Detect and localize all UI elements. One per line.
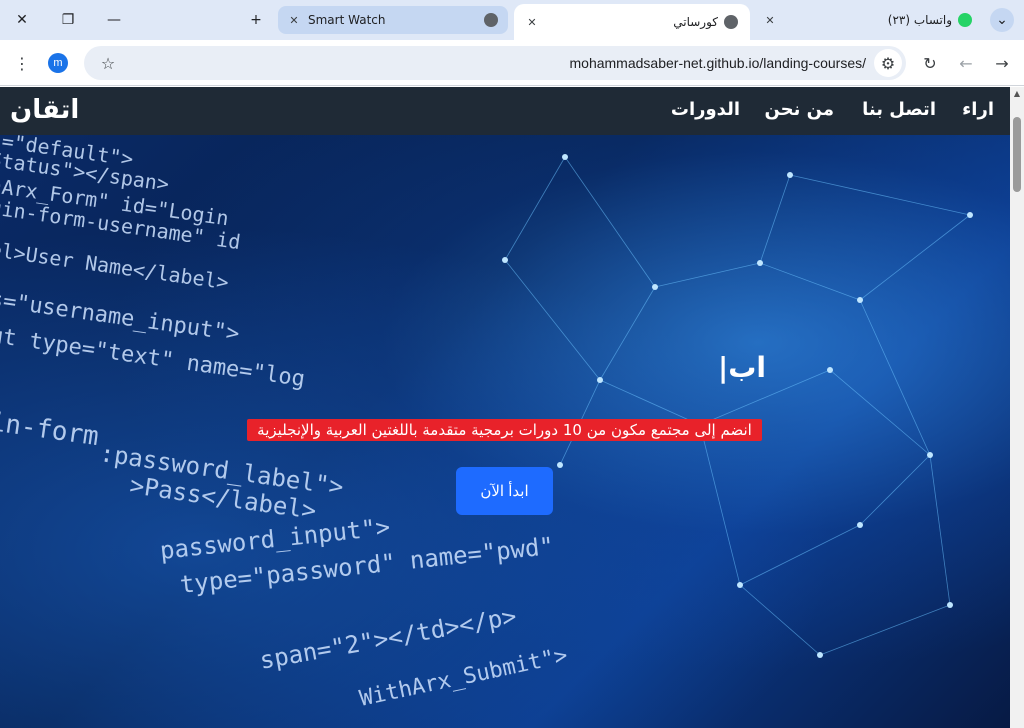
back-icon[interactable]: ← [952, 49, 980, 77]
tab-whatsapp[interactable]: ✕ واتساب (٢٣) [756, 6, 982, 34]
github-icon [484, 13, 498, 27]
whatsapp-icon [958, 13, 972, 27]
tab-courses[interactable]: ✕ كورساتي [514, 4, 750, 40]
profile-avatar[interactable]: m [48, 53, 68, 73]
hero-title: اب| [718, 351, 766, 384]
tab-search-chevron-icon[interactable]: ⌄ [990, 8, 1014, 32]
tab-title: واتساب (٢٣) [887, 13, 952, 27]
close-tab-icon[interactable]: ✕ [762, 12, 778, 28]
site-navbar: اراء اتصل بنا من نحن الدورات اتقان [0, 87, 1010, 135]
hero-subtitle: انضم إلى مجتمع مكون من 10 دورات برمجية م… [247, 419, 762, 441]
nav-link-courses[interactable]: الدورات [671, 99, 740, 120]
nav-link-contact[interactable]: اتصل بنا [862, 99, 936, 120]
site-settings-icon[interactable]: ⚙ [874, 49, 902, 77]
site-brand[interactable]: اتقان [10, 95, 79, 125]
omnibox[interactable]: ☆ mohammadsaber-net.github.io/landing-co… [84, 46, 906, 80]
forward-icon[interactable]: → [988, 49, 1016, 77]
tab-smart-watch[interactable]: ✕ Smart Watch [278, 6, 508, 34]
url-text[interactable]: mohammadsaber-net.github.io/landing-cour… [570, 55, 867, 71]
menu-kebab-icon[interactable]: ⋮ [8, 49, 36, 77]
scroll-thumb[interactable] [1013, 117, 1021, 192]
new-tab-icon[interactable]: + [244, 8, 268, 32]
minimize-window-icon[interactable]: — [102, 8, 126, 32]
tab-title: كورساتي [673, 15, 718, 29]
page-scrollbar[interactable]: ▲ [1010, 87, 1024, 728]
scroll-up-icon[interactable]: ▲ [1012, 89, 1022, 99]
restore-window-icon[interactable]: ❐ [56, 8, 80, 32]
tab-title: Smart Watch [308, 13, 386, 27]
bookmark-star-icon[interactable]: ☆ [94, 49, 122, 77]
globe-icon [724, 15, 738, 29]
close-window-icon[interactable]: ✕ [10, 8, 34, 32]
tab-strip: ✕ ❐ — + ✕ Smart Watch ✕ كورساتي ✕ واتساب… [0, 0, 1024, 40]
toolbar: ⋮ ☆ mohammadsaber-net.github.io/landing-… [0, 40, 1024, 86]
close-tab-icon[interactable]: ✕ [286, 12, 302, 28]
web-page: s="default"> Status"></span> nArx_Form" … [0, 87, 1010, 728]
start-now-button[interactable]: ابدأ الآن [456, 467, 553, 515]
nav-link-about[interactable]: من نحن [764, 99, 834, 120]
reload-icon[interactable]: ↻ [916, 49, 944, 77]
close-tab-icon[interactable]: ✕ [524, 14, 540, 30]
nav-link-reviews[interactable]: اراء [962, 99, 994, 120]
